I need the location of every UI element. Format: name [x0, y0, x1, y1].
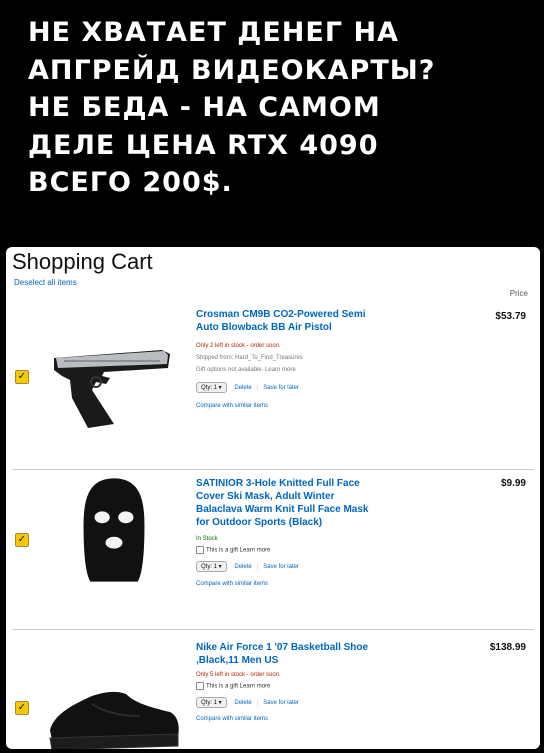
compare-link[interactable]: Compare with similar items	[196, 716, 268, 722]
shipped-from: Shipped from: Hard_To_Find_Treasures	[196, 355, 303, 361]
delete-link[interactable]: Delete	[234, 385, 251, 391]
stock-status: Only 2 left in stock - order soon.	[196, 343, 281, 349]
item-title[interactable]: Crosman CM9B CO2-Powered Semi Auto Blowb…	[196, 308, 456, 334]
item-title[interactable]: SATINIOR 3-Hole Knitted Full Face Cover …	[196, 477, 456, 529]
divider	[12, 629, 534, 630]
deselect-all-link[interactable]: Deselect all items	[14, 278, 77, 287]
save-for-later-link[interactable]: Save for later	[263, 564, 299, 570]
gift-checkbox[interactable]: This is a gift Learn more	[196, 546, 270, 554]
item-actions: Qty: 1 ▾ Delete | Save for later	[196, 561, 299, 572]
delete-link[interactable]: Delete	[234, 564, 251, 570]
item-price: $53.79	[495, 311, 526, 322]
price-column-header: Price	[509, 289, 528, 298]
quantity-select[interactable]: Qty: 1 ▾	[196, 561, 227, 572]
save-for-later-link[interactable]: Save for later	[263, 385, 299, 391]
item-price: $9.99	[500, 478, 526, 489]
stock-status: In Stock	[196, 536, 218, 542]
caption-line: НЕ ХВАТАЕТ ДЕНЕГ НА	[28, 17, 399, 48]
caption-line: ДЕЛЕ ЦЕНА RTX 4090	[28, 129, 379, 161]
save-for-later-link[interactable]: Save for later	[263, 700, 299, 706]
quantity-select[interactable]: Qty: 1 ▾	[196, 382, 227, 393]
item-price: $138.99	[489, 642, 526, 653]
divider	[12, 469, 534, 470]
item-actions: Qty: 1 ▾ Delete | Save for later	[196, 382, 299, 393]
caption-line: НЕ БЕДА - НА САМОМ	[28, 92, 381, 123]
pistol-icon	[54, 350, 170, 428]
cart-title: Shopping Cart	[12, 249, 153, 274]
gift-options: Gift options not available. Learn more	[196, 367, 296, 373]
checkbox-icon[interactable]: ✓	[15, 370, 29, 384]
checkbox-icon[interactable]: ✓	[15, 701, 29, 715]
compare-link[interactable]: Compare with similar items	[196, 581, 268, 587]
balaclava-icon	[83, 478, 145, 582]
delete-link[interactable]: Delete	[234, 700, 251, 706]
caption-line: ВСЕГО 200$.	[28, 167, 233, 198]
shopping-cart-screenshot: Shopping Cart Deselect all items Price ✓…	[6, 247, 540, 749]
item-title[interactable]: Nike Air Force 1 '07 Basketball Shoe ,Bl…	[196, 641, 456, 667]
compare-link[interactable]: Compare with similar items	[196, 403, 268, 409]
quantity-select[interactable]: Qty: 1 ▾	[196, 697, 227, 708]
gift-checkbox[interactable]: This is a gift Learn more	[196, 682, 270, 690]
item-actions: Qty: 1 ▾ Delete | Save for later	[196, 697, 299, 708]
sneaker-icon	[49, 691, 179, 749]
caption-line: АПГРЕЙД ВИДЕОКАРТЫ?	[28, 54, 436, 86]
stock-status: Only 5 left in stock - order soon.	[196, 672, 281, 678]
checkbox-icon[interactable]: ✓	[15, 533, 29, 547]
meme-caption: НЕ ХВАТАЕТ ДЕНЕГ НА АПГРЕЙД ВИДЕОКАРТЫ? …	[28, 14, 528, 202]
